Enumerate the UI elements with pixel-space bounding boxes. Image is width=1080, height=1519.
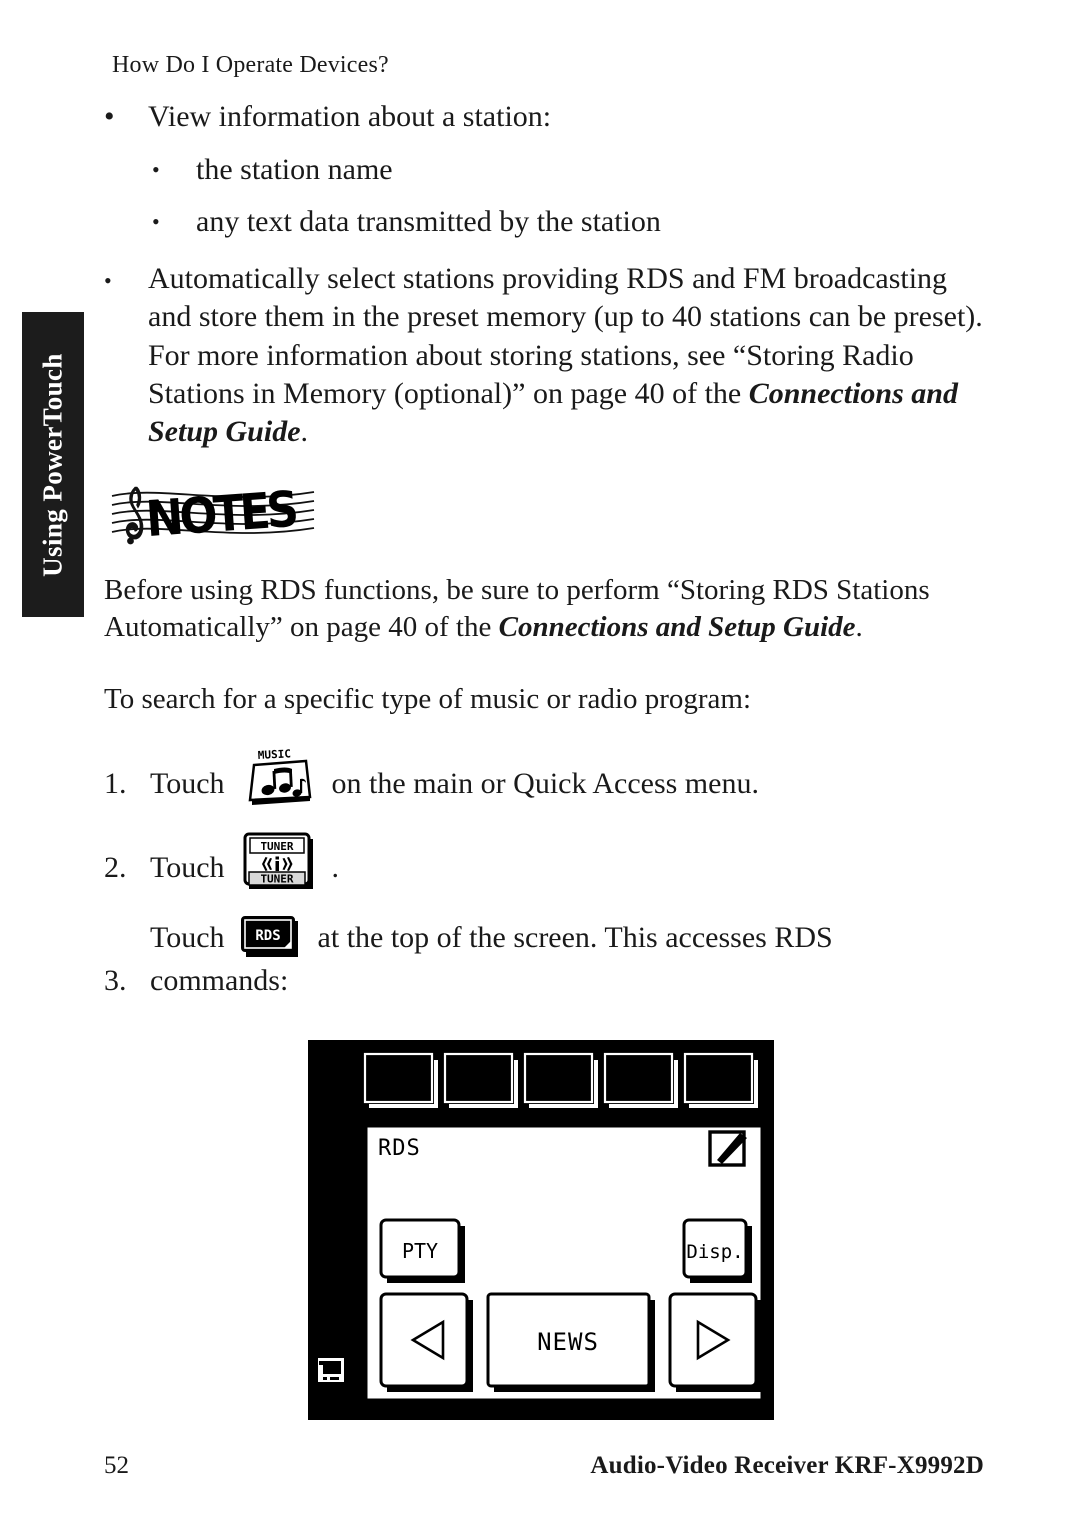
lcd-tab-2 [443, 1052, 518, 1108]
step-1: 1. Touch MUSIC on the main or Quick Acce… [104, 747, 984, 805]
news-button: NEWS [486, 1292, 655, 1392]
lcd-title: RDS [378, 1136, 421, 1161]
page-content: • View information about a station: • th… [104, 96, 984, 1000]
bullet-marker-icon: • [152, 209, 160, 235]
pencil-edit-icon [708, 1130, 747, 1167]
device-lcd-screen: RDS PTY Disp. NEWS [308, 1040, 774, 1420]
step-1-number: 1. [104, 766, 127, 800]
step-3-after: at the top of the screen. This accesses … [310, 920, 833, 954]
step-1-verb: Touch [150, 766, 233, 800]
step-2-verb: Touch [150, 850, 233, 884]
list-item-text: any text data transmitted by the station [196, 205, 661, 239]
display-monitor-icon [318, 1358, 344, 1382]
list-item: • View information about a station: [104, 96, 984, 139]
rds-icon-label: RDS [255, 928, 280, 944]
list-item-text: View information about a station: [148, 100, 552, 133]
notes-logo-text: NOTES [144, 480, 301, 548]
tuner-icon-bottom-label: TUNER [260, 872, 293, 885]
disp-button: Disp. [682, 1218, 752, 1283]
pty-button: PTY [379, 1218, 465, 1283]
list-item-text: Automatically select stations providing … [148, 260, 984, 452]
running-head: How Do I Operate Devices? [112, 52, 389, 78]
bullet-marker-icon: • [152, 156, 160, 182]
step-1-body: Touch MUSIC on the main or Quick Access … [150, 747, 984, 805]
page-footer: 52 Audio-Video Receiver KRF-X9992D [104, 1452, 984, 1480]
music-tile-icon[interactable]: MUSIC [240, 747, 316, 807]
step-1-after: on the main or Quick Access menu. [324, 766, 759, 800]
notes-logo: NOTES [108, 478, 318, 550]
footer-page-number: 52 [104, 1452, 129, 1479]
tuner-icon-top-label: TUNER [260, 840, 293, 853]
lcd-tab-1 [363, 1052, 438, 1108]
step-2-body: Touch TUNER TUNER . [150, 831, 984, 889]
tuner-tile-icon[interactable]: TUNER TUNER [240, 831, 318, 891]
step-3: 3. Touch RDS at the top of the screen. T… [104, 915, 984, 1000]
bullet-marker-icon: • [104, 100, 115, 133]
music-icon-label: MUSIC [258, 747, 292, 762]
news-button-label: NEWS [537, 1328, 599, 1356]
note-text-after: . [855, 611, 863, 644]
side-tab-label: Using PowerTouch [37, 352, 68, 577]
step-2-number: 2. [104, 850, 127, 884]
pty-button-label: PTY [402, 1239, 438, 1263]
step-2-after: . [324, 850, 340, 884]
lcd-tab-3 [523, 1052, 598, 1108]
lcd-tab-row [363, 1052, 758, 1108]
footer-product-name: Audio-Video Receiver KRF-X9992D [590, 1452, 984, 1479]
list-item-text: the station name [196, 152, 393, 186]
next-button [668, 1292, 762, 1392]
step-2: 2. Touch TUNER TUNER . [104, 831, 984, 889]
rds-bullet-text-after: . [300, 415, 309, 449]
step-3-number: 3. [104, 963, 127, 997]
note-paragraph: Before using RDS functions, be sure to p… [104, 572, 984, 647]
step-3-verb: Touch [150, 920, 233, 954]
note-italic-ref: Connections and Setup Guide [498, 611, 856, 644]
lcd-tab-4 [603, 1052, 678, 1108]
list-item: • any text data transmitted by the stati… [104, 201, 984, 244]
disp-button-label: Disp. [686, 1241, 743, 1263]
step-3-continuation: commands: [150, 963, 289, 997]
list-item-rds-info: • Automatically select stations providin… [104, 260, 984, 452]
lcd-tab-5 [683, 1052, 758, 1108]
step-3-body: Touch RDS at the top of the screen. This… [150, 915, 984, 1000]
side-tab-using-powertouch: Using PowerTouch [22, 312, 84, 617]
prev-button [379, 1292, 473, 1392]
list-item: • the station name [104, 149, 984, 192]
intro-paragraph: To search for a specific type of music o… [104, 683, 752, 716]
bullet-marker-icon: • [104, 267, 112, 293]
rds-tile-icon[interactable]: RDS [240, 915, 302, 959]
